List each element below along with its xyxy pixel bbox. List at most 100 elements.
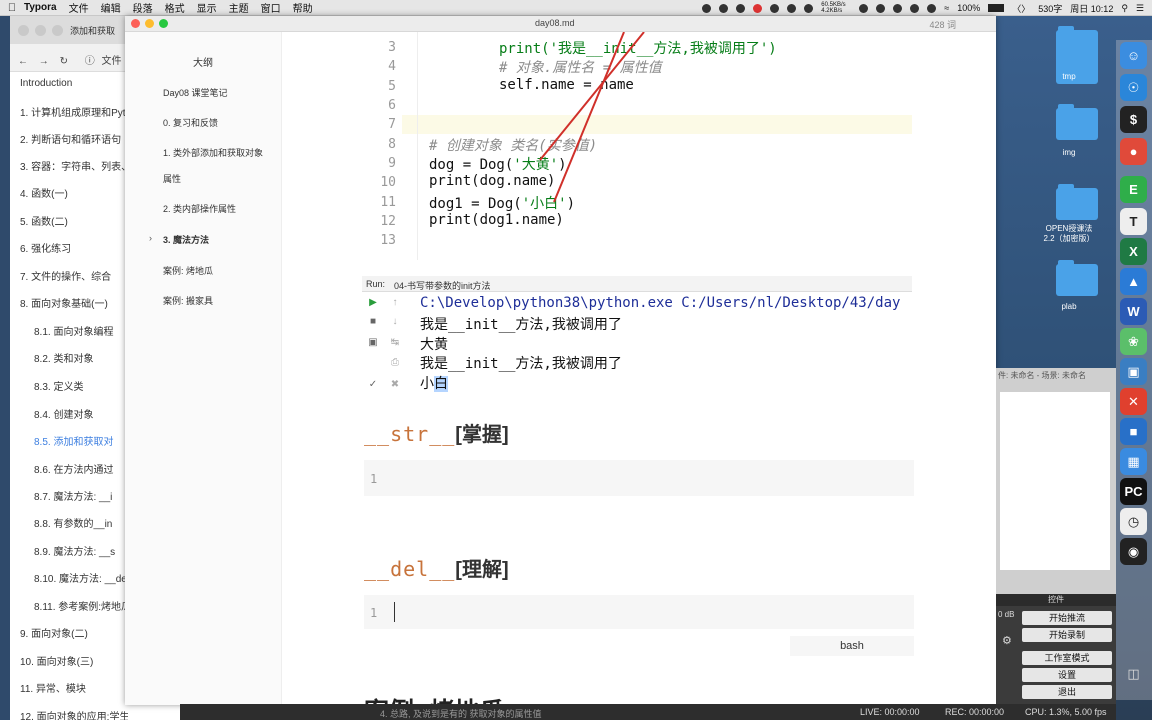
- folder-icon[interactable]: [1056, 260, 1098, 296]
- menu-format[interactable]: 格式: [165, 0, 185, 15]
- trash-icon[interactable]: ✖: [388, 379, 402, 390]
- toc-item[interactable]: 8.2. 类和对象: [34, 350, 93, 365]
- toc-item[interactable]: 8.7. 魔法方法: __i: [34, 488, 112, 503]
- evernote-icon[interactable]: E: [1120, 176, 1147, 203]
- toc-item[interactable]: 4. 函数(一): [20, 185, 68, 200]
- tray-icon[interactable]: [753, 3, 763, 13]
- run-icon[interactable]: ▶: [366, 297, 380, 308]
- reload-icon[interactable]: ↻: [60, 56, 68, 67]
- zoom-button[interactable]: [52, 24, 63, 36]
- exit-button[interactable]: 退出: [1022, 685, 1112, 699]
- word-icon[interactable]: W: [1120, 298, 1147, 325]
- tray-icon[interactable]: [702, 3, 712, 13]
- photo-icon[interactable]: ❀: [1120, 328, 1147, 355]
- wifi-icon[interactable]: ≈: [944, 3, 949, 13]
- apple-icon[interactable]: : [0, 2, 24, 14]
- close-button[interactable]: [131, 19, 140, 28]
- menu-edit[interactable]: 编辑: [101, 0, 121, 15]
- toc-item[interactable]: 8.4. 创建对象: [34, 406, 93, 421]
- back-icon[interactable]: ←: [18, 56, 28, 67]
- input-source-icon[interactable]: 〈〉: [1012, 2, 1030, 15]
- folder-icon[interactable]: [1056, 184, 1098, 220]
- windows-icon[interactable]: ▦: [1120, 448, 1147, 475]
- print-icon[interactable]: ⎙: [388, 357, 402, 368]
- xmind-icon[interactable]: ✕: [1120, 388, 1147, 415]
- start-recording-button[interactable]: 开始录制: [1022, 628, 1112, 642]
- menu-file[interactable]: 文件: [69, 0, 89, 15]
- finder-icon[interactable]: ☺: [1120, 42, 1147, 69]
- toc-item[interactable]: 8.3. 定义类: [34, 378, 83, 393]
- heading-del[interactable]: __del__[理解]: [364, 553, 509, 582]
- code-block-active[interactable]: 1: [364, 595, 914, 629]
- minimize-button[interactable]: [35, 24, 46, 36]
- minimize-button[interactable]: [145, 19, 154, 28]
- search-icon[interactable]: ⚲: [1121, 3, 1128, 14]
- down-arrow-icon[interactable]: ↓: [388, 316, 402, 327]
- code-language-input[interactable]: bash: [790, 636, 914, 656]
- tray-icon[interactable]: [787, 3, 797, 13]
- terminal-icon[interactable]: $: [1120, 106, 1147, 133]
- toc-item[interactable]: 7. 文件的操作、综合: [20, 268, 111, 283]
- wrap-icon[interactable]: ↹: [388, 337, 402, 348]
- layout-icon[interactable]: ▣: [366, 337, 380, 348]
- toc-item[interactable]: 8.8. 有参数的__in: [34, 515, 112, 530]
- toc-item[interactable]: 11. 异常、模块: [20, 680, 86, 695]
- toc-item[interactable]: 8.5. 添加和获取对: [34, 433, 113, 448]
- toc-item[interactable]: 2. 判断语句和循环语句: [20, 131, 121, 146]
- gear-icon[interactable]: ⚙: [1002, 634, 1012, 647]
- screenshot-icon[interactable]: ▣: [1120, 358, 1147, 385]
- tray-icon[interactable]: [770, 3, 780, 13]
- folder-icon[interactable]: [1056, 104, 1098, 140]
- tray-icon[interactable]: [876, 3, 886, 13]
- toc-item[interactable]: 8.11. 参考案例:烤地瓜: [34, 598, 128, 613]
- outline-item[interactable]: Day08 课堂笔记: [163, 86, 228, 99]
- menu-help[interactable]: 帮助: [293, 0, 313, 15]
- toc-item[interactable]: 1. 计算机组成原理和Pyt: [20, 104, 126, 119]
- tray-icon[interactable]: [736, 3, 746, 13]
- menu-theme[interactable]: 主题: [229, 0, 249, 15]
- toc-item[interactable]: 3. 容器：字符串、列表、: [20, 158, 128, 173]
- safari-icon[interactable]: ☉: [1120, 74, 1147, 101]
- clock-app-icon[interactable]: ◷: [1120, 508, 1147, 535]
- tray-icon[interactable]: [927, 3, 937, 13]
- input-method-indicator[interactable]: 530字: [1038, 2, 1062, 15]
- word-count[interactable]: 428 词: [929, 18, 956, 31]
- menu-window[interactable]: 窗口: [261, 0, 281, 15]
- code-block[interactable]: 1: [364, 460, 914, 496]
- obs-icon[interactable]: ◉: [1120, 538, 1147, 565]
- preview-icon[interactable]: ▲: [1120, 268, 1147, 295]
- toc-item[interactable]: 12. 面向对象的应用:学生管理系统: [20, 708, 128, 720]
- outline-item-active[interactable]: 3. 魔法方法: [163, 233, 209, 246]
- battery-level[interactable]: 100%: [957, 3, 980, 13]
- trash-icon[interactable]: ◫: [1120, 660, 1147, 687]
- zoom-button[interactable]: [159, 19, 168, 28]
- settings-button[interactable]: 设置: [1022, 668, 1112, 682]
- tray-icon[interactable]: [893, 3, 903, 13]
- menu-list-icon[interactable]: ☰: [1136, 3, 1144, 14]
- stop-icon[interactable]: ■: [366, 316, 380, 327]
- start-streaming-button[interactable]: 开始推流: [1022, 611, 1112, 625]
- toc-item[interactable]: 8. 面向对象基础(一): [20, 295, 108, 310]
- outline-item[interactable]: 案例: 搬家具: [163, 294, 213, 307]
- app-menu[interactable]: Typora: [24, 2, 57, 13]
- clock[interactable]: 周日 10:12: [1070, 2, 1113, 15]
- studio-mode-button[interactable]: 工作室模式: [1022, 651, 1112, 665]
- url-text[interactable]: 文件: [102, 56, 122, 67]
- menu-paragraph[interactable]: 段落: [133, 0, 153, 15]
- outline-item[interactable]: 2. 类内部操作属性: [163, 202, 236, 215]
- chevron-right-icon[interactable]: ›: [149, 233, 152, 243]
- vmware-icon[interactable]: ■: [1120, 418, 1147, 445]
- tray-icon[interactable]: [804, 3, 814, 13]
- menu-view[interactable]: 显示: [197, 0, 217, 15]
- tray-icon[interactable]: [859, 3, 869, 13]
- toc-item[interactable]: 5. 函数(二): [20, 213, 68, 228]
- editor-area[interactable]: 3 4 5 6 7 8 9 10 11 12 13 print('我是__ini…: [282, 32, 996, 705]
- excel-icon[interactable]: X: [1120, 238, 1147, 265]
- tray-icon[interactable]: [910, 3, 920, 13]
- toc-item[interactable]: 8.10. 魔法方法: __de: [34, 570, 127, 585]
- toc-item[interactable]: 9. 面向对象(二): [20, 625, 88, 640]
- run-config-tab[interactable]: 04-书写带参数的init方法: [394, 279, 491, 292]
- chrome-icon[interactable]: ●: [1120, 138, 1147, 165]
- tray-icon[interactable]: [719, 3, 729, 13]
- close-button[interactable]: [18, 24, 29, 36]
